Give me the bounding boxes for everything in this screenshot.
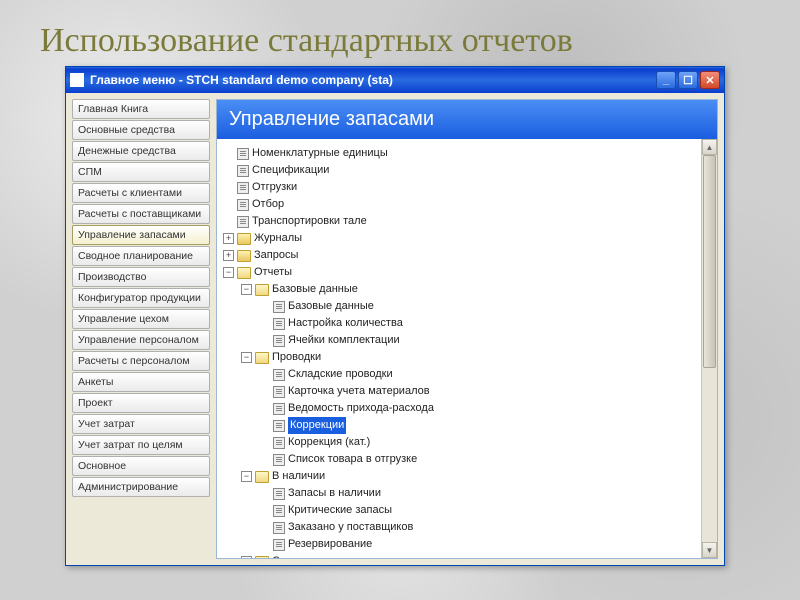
folder-icon xyxy=(237,267,251,279)
sidebar-item-2[interactable]: Денежные средства xyxy=(72,141,210,161)
item-icon xyxy=(237,216,249,228)
tree-label[interactable]: Проводки xyxy=(272,349,321,366)
expander-icon[interactable]: + xyxy=(223,233,234,244)
sidebar-item-0[interactable]: Главная Книга xyxy=(72,99,210,119)
expander-icon[interactable]: − xyxy=(241,284,252,295)
slide-title: Использование стандартных отчетов xyxy=(40,22,573,60)
tree-label[interactable]: Статус xyxy=(272,553,307,558)
tree-label[interactable]: Заказано у поставщиков xyxy=(288,519,413,536)
expander-icon[interactable]: − xyxy=(223,267,234,278)
tree-label[interactable]: Складские проводки xyxy=(288,366,393,383)
tree-label[interactable]: Базовые данные xyxy=(272,281,358,298)
main-panel: Управление запасами Номенклатурные едини… xyxy=(216,99,718,559)
scroll-thumb[interactable] xyxy=(703,155,716,368)
tree-label[interactable]: Ячейки комплектации xyxy=(288,332,400,349)
item-icon xyxy=(273,403,285,415)
item-icon xyxy=(273,437,285,449)
expander-icon[interactable]: − xyxy=(241,352,252,363)
sidebar: Главная КнигаОсновные средстваДенежные с… xyxy=(72,99,210,559)
tree-label[interactable]: Отгрузки xyxy=(252,179,297,196)
sidebar-item-7[interactable]: Сводное планирование xyxy=(72,246,210,266)
folder-icon xyxy=(237,233,251,245)
item-icon xyxy=(273,301,285,313)
folder-icon xyxy=(255,352,269,364)
tree-label[interactable]: Запросы xyxy=(254,247,298,264)
tree-label[interactable]: Транспортировки тале xyxy=(252,213,367,230)
item-icon xyxy=(237,148,249,160)
tree-label[interactable]: Номенклатурные единицы xyxy=(252,145,388,162)
tree-view[interactable]: Номенклатурные единицыСпецификацииОтгруз… xyxy=(217,139,717,558)
tree-label[interactable]: Спецификации xyxy=(252,162,329,179)
folder-icon xyxy=(255,284,269,296)
tree-label[interactable]: Отчеты xyxy=(254,264,292,281)
sidebar-item-18[interactable]: Администрирование xyxy=(72,477,210,497)
item-icon xyxy=(273,386,285,398)
item-icon xyxy=(273,522,285,534)
item-icon xyxy=(273,369,285,381)
sidebar-item-17[interactable]: Основное xyxy=(72,456,210,476)
window-body: Главная КнигаОсновные средстваДенежные с… xyxy=(66,93,724,565)
expander-icon[interactable]: + xyxy=(241,556,252,558)
item-icon xyxy=(237,199,249,211)
item-icon xyxy=(273,488,285,500)
panel-title: Управление запасами xyxy=(217,100,717,139)
sidebar-item-15[interactable]: Учет затрат xyxy=(72,414,210,434)
folder-icon xyxy=(237,250,251,262)
sidebar-item-14[interactable]: Проект xyxy=(72,393,210,413)
item-icon xyxy=(273,318,285,330)
maximize-button[interactable]: ☐ xyxy=(678,71,698,89)
tree-label[interactable]: Список товара в отгрузке xyxy=(288,451,417,468)
sidebar-item-16[interactable]: Учет затрат по целям xyxy=(72,435,210,455)
scroll-track[interactable] xyxy=(702,155,717,542)
window-title: Главное меню - STCH standard demo compan… xyxy=(90,73,656,87)
expander-icon[interactable]: + xyxy=(223,250,234,261)
minimize-button[interactable]: _ xyxy=(656,71,676,89)
item-icon xyxy=(273,335,285,347)
sidebar-item-12[interactable]: Расчеты с персоналом xyxy=(72,351,210,371)
tree-label[interactable]: Отбор xyxy=(252,196,284,213)
app-icon xyxy=(70,73,84,87)
sidebar-item-10[interactable]: Управление цехом xyxy=(72,309,210,329)
sidebar-item-9[interactable]: Конфигуратор продукции xyxy=(72,288,210,308)
item-icon xyxy=(273,420,285,432)
sidebar-item-5[interactable]: Расчеты с поставщиками xyxy=(72,204,210,224)
item-icon xyxy=(273,454,285,466)
tree-label[interactable]: Базовые данные xyxy=(288,298,374,315)
tree-label[interactable]: Коррекции xyxy=(288,417,346,434)
scroll-up-button[interactable]: ▲ xyxy=(702,139,717,155)
tree-label[interactable]: В наличии xyxy=(272,468,325,485)
tree-label[interactable]: Ведомость прихода-расхода xyxy=(288,400,434,417)
folder-icon xyxy=(255,556,269,559)
scroll-down-button[interactable]: ▼ xyxy=(702,542,717,558)
tree-label[interactable]: Карточка учета материалов xyxy=(288,383,430,400)
tree-label[interactable]: Резервирование xyxy=(288,536,372,553)
item-icon xyxy=(273,539,285,551)
tree-label[interactable]: Критические запасы xyxy=(288,502,392,519)
titlebar: Главное меню - STCH standard demo compan… xyxy=(66,67,724,93)
expander-icon[interactable]: − xyxy=(241,471,252,482)
folder-icon xyxy=(255,471,269,483)
sidebar-item-8[interactable]: Производство xyxy=(72,267,210,287)
close-button[interactable]: ✕ xyxy=(700,71,720,89)
window-buttons: _ ☐ ✕ xyxy=(656,71,720,89)
item-icon xyxy=(237,165,249,177)
tree-label[interactable]: Журналы xyxy=(254,230,302,247)
sidebar-item-4[interactable]: Расчеты с клиентами xyxy=(72,183,210,203)
tree-label[interactable]: Настройка количества xyxy=(288,315,403,332)
item-icon xyxy=(273,505,285,517)
app-window: Главное меню - STCH standard demo compan… xyxy=(65,66,725,566)
tree-label[interactable]: Запасы в наличии xyxy=(288,485,381,502)
vertical-scrollbar[interactable]: ▲ ▼ xyxy=(701,139,717,558)
sidebar-item-6[interactable]: Управление запасами xyxy=(72,225,210,245)
sidebar-item-13[interactable]: Анкеты xyxy=(72,372,210,392)
item-icon xyxy=(237,182,249,194)
sidebar-item-3[interactable]: СПМ xyxy=(72,162,210,182)
sidebar-item-1[interactable]: Основные средства xyxy=(72,120,210,140)
sidebar-item-11[interactable]: Управление персоналом xyxy=(72,330,210,350)
tree-label[interactable]: Коррекция (кат.) xyxy=(288,434,370,451)
